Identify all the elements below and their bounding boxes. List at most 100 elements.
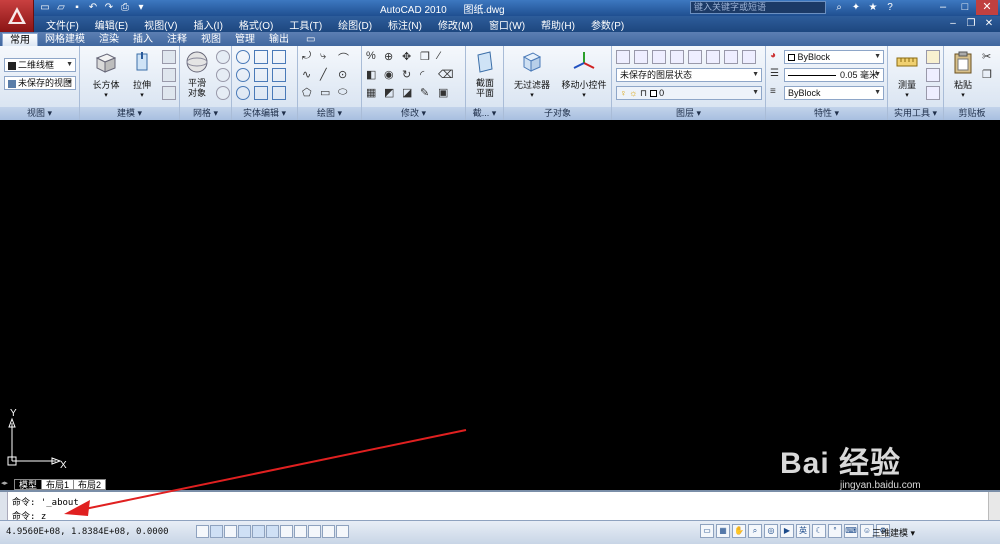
- 3d-mirror-icon[interactable]: ◩: [384, 86, 398, 100]
- 3dosnap-toggle-icon[interactable]: [266, 525, 279, 538]
- polygon-icon[interactable]: ⬠: [302, 86, 316, 100]
- punctuation-icon[interactable]: °: [828, 524, 842, 538]
- layout-tab[interactable]: 布局2: [73, 479, 107, 490]
- presspull-icon[interactable]: [162, 50, 176, 64]
- quick-view-layouts-icon[interactable]: ▦: [716, 524, 730, 538]
- color-dropdown[interactable]: ByBlock ▼: [784, 50, 884, 64]
- ellipse-icon[interactable]: ⬭: [338, 86, 352, 100]
- ribbon-tab[interactable]: 视图: [194, 33, 228, 46]
- pan-icon[interactable]: ✋: [732, 524, 746, 538]
- copy-icon[interactable]: ❐: [420, 50, 434, 64]
- spline-icon[interactable]: ∿: [302, 68, 316, 82]
- drawing-canvas[interactable]: Y X: [0, 121, 1000, 477]
- workspace-switcher[interactable]: 三维建模 ▾: [872, 526, 915, 539]
- redo-icon[interactable]: ↷: [102, 1, 116, 14]
- measure-button[interactable]: 测量 ▾: [890, 49, 924, 99]
- polyline-icon[interactable]: ⤾: [302, 50, 316, 64]
- layer-properties-icon[interactable]: [616, 50, 630, 64]
- 3d-array-icon[interactable]: ▦: [366, 86, 380, 100]
- rectangle-icon[interactable]: ▭: [320, 86, 334, 100]
- comm-center-icon[interactable]: ✦: [849, 1, 863, 14]
- move-gizmo-button[interactable]: 移动小控件 ▾: [558, 49, 610, 99]
- panel-title-subobject[interactable]: 子对象: [504, 107, 611, 120]
- doc-restore-icon[interactable]: ❐: [962, 17, 980, 31]
- menu-item[interactable]: 帮助(H): [533, 17, 583, 32]
- favorites-icon[interactable]: ★: [866, 1, 880, 14]
- minimize-icon[interactable]: –: [932, 0, 954, 15]
- layout-tab[interactable]: 模型: [14, 479, 43, 490]
- intersect-icon[interactable]: [236, 86, 250, 100]
- layer-off-icon[interactable]: [706, 50, 720, 64]
- panel-title-clipboard[interactable]: 剪贴板: [944, 107, 1000, 120]
- align-icon[interactable]: ◪: [402, 86, 416, 100]
- copy-clip-icon[interactable]: ❐: [982, 68, 996, 82]
- showmotion-icon[interactable]: ▶: [780, 524, 794, 538]
- panel-title-mesh[interactable]: 网格 ▾: [180, 107, 231, 120]
- fillet-edge-icon[interactable]: [272, 86, 286, 100]
- ribbon-minimize-icon[interactable]: ▭: [296, 33, 325, 46]
- print-icon[interactable]: ⎙: [118, 1, 132, 14]
- zoom-icon[interactable]: ⌕: [748, 524, 762, 538]
- language-indicator[interactable]: 英: [796, 524, 810, 538]
- union-icon[interactable]: [236, 50, 250, 64]
- panel-title-view[interactable]: 视图 ▾: [0, 107, 79, 120]
- ribbon-tab[interactable]: 注释: [160, 33, 194, 46]
- mirror-icon[interactable]: ◧: [366, 68, 380, 82]
- erase-icon[interactable]: ⌫: [438, 68, 454, 82]
- circle-icon[interactable]: ⊙: [338, 68, 352, 82]
- calculator-icon[interactable]: [926, 86, 940, 100]
- open-file-icon[interactable]: ▱: [54, 1, 68, 14]
- search-input[interactable]: 键入关键字或短语: [690, 1, 826, 14]
- new-file-icon[interactable]: ▭: [38, 1, 52, 14]
- ribbon-tab[interactable]: 渲染: [92, 33, 126, 46]
- trim-icon[interactable]: ⁄: [438, 50, 452, 64]
- smooth-object-button[interactable]: 平滑 对象: [180, 49, 214, 98]
- lwt-toggle-icon[interactable]: [322, 525, 335, 538]
- visual-style-dropdown[interactable]: 二维线框 ▼: [4, 58, 76, 72]
- arc-icon[interactable]: ⌒: [338, 50, 352, 65]
- panel-title-modify[interactable]: 修改 ▾: [362, 107, 465, 120]
- ortho-toggle-icon[interactable]: [224, 525, 237, 538]
- panel-title-layers[interactable]: 图层 ▾: [612, 107, 765, 120]
- dropdown-icon[interactable]: ▾: [134, 1, 148, 14]
- search-icon[interactable]: ⌕: [832, 1, 846, 14]
- ducs-toggle-icon[interactable]: [294, 525, 307, 538]
- panel-title-draw[interactable]: 绘图 ▾: [298, 107, 361, 120]
- sweep-icon[interactable]: [162, 86, 176, 100]
- panel-title-utilities[interactable]: 实用工具 ▾: [888, 107, 943, 120]
- layer-dropdown[interactable]: ♀ ☼ ⊓ 0 ▼: [616, 86, 762, 100]
- 3d-rotate-icon[interactable]: ◉: [384, 68, 398, 82]
- lineweight-dropdown[interactable]: 0.05 毫米 ▼: [784, 68, 884, 82]
- qp-toggle-icon[interactable]: [336, 525, 349, 538]
- doc-close-icon[interactable]: ✕: [980, 17, 998, 31]
- menu-item[interactable]: 参数(P): [583, 17, 632, 32]
- osnap-toggle-icon[interactable]: [252, 525, 265, 538]
- save-icon[interactable]: ▪: [70, 1, 84, 14]
- extract-edges-icon[interactable]: [254, 50, 268, 64]
- explode-icon[interactable]: ▣: [438, 86, 452, 100]
- layout-nav-arrows-icon[interactable]: ◂▸: [1, 479, 13, 489]
- scale-icon[interactable]: %: [366, 50, 380, 64]
- mesh-refine-icon[interactable]: [216, 50, 230, 64]
- fillet-icon[interactable]: ◜: [420, 68, 434, 82]
- layer-lock-icon[interactable]: [742, 50, 756, 64]
- help-icon[interactable]: ?: [883, 1, 897, 14]
- stretch-icon[interactable]: ✎: [420, 86, 434, 100]
- mesh-uncrease-icon[interactable]: [216, 86, 230, 100]
- subtract-icon[interactable]: [236, 68, 250, 82]
- quick-select-icon[interactable]: [926, 50, 940, 64]
- layer-isolate-icon[interactable]: [688, 50, 702, 64]
- ribbon-tab[interactable]: 网格建模: [38, 33, 92, 46]
- loft-icon[interactable]: [162, 68, 176, 82]
- menu-item[interactable]: 视图(V): [136, 17, 185, 32]
- grid-toggle-icon[interactable]: [210, 525, 223, 538]
- menu-item[interactable]: 格式(O): [231, 17, 281, 32]
- section-plane-button[interactable]: 截面 平面: [466, 49, 504, 98]
- cut-icon[interactable]: ✂: [982, 50, 996, 64]
- panel-title-section[interactable]: 截... ▾: [466, 107, 503, 120]
- taper-faces-icon[interactable]: [272, 68, 286, 82]
- menu-item[interactable]: 编辑(E): [87, 17, 136, 32]
- menu-item[interactable]: 窗口(W): [481, 17, 533, 32]
- linetype-dropdown[interactable]: ByBlock ▼: [784, 86, 884, 100]
- move-icon[interactable]: ✥: [402, 50, 416, 64]
